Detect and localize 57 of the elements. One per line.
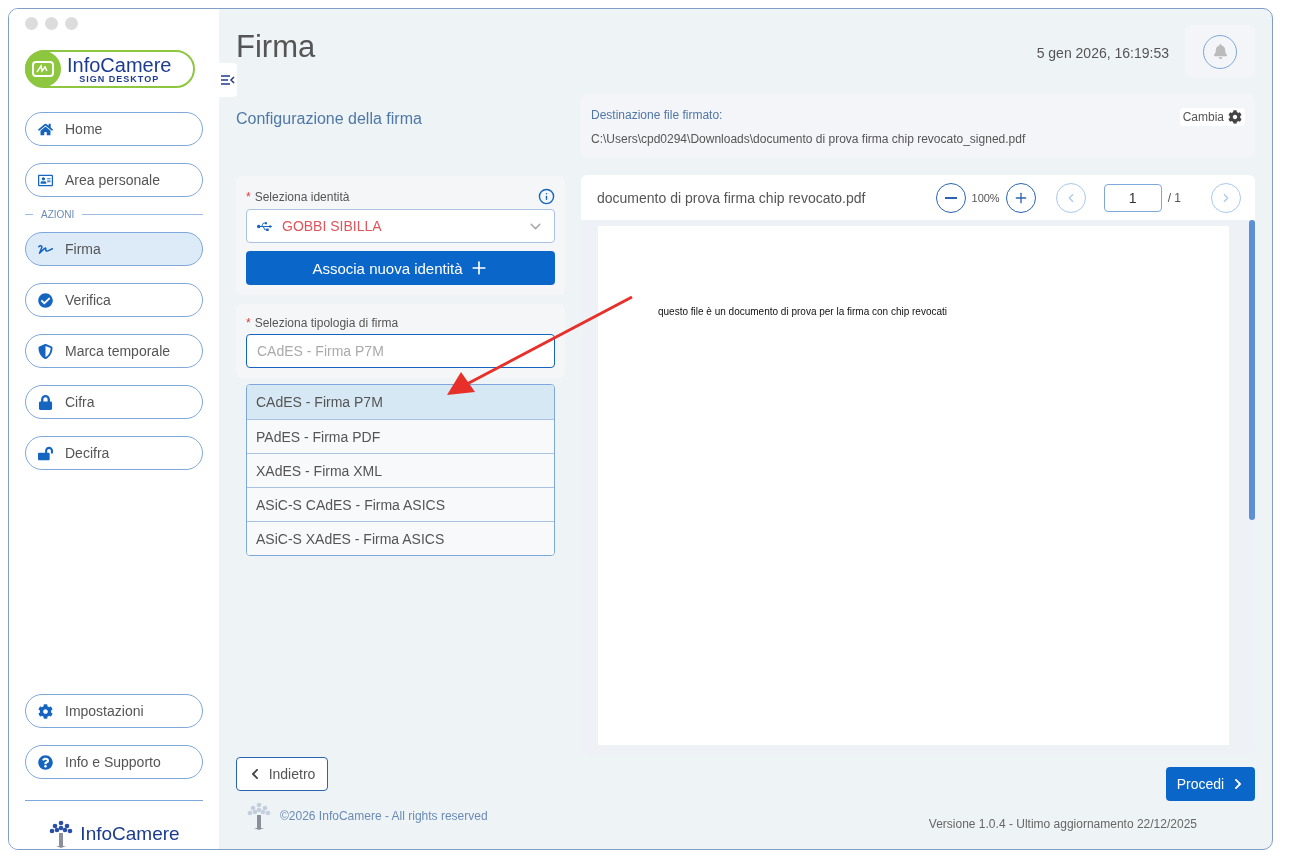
- next-page-button[interactable]: [1211, 182, 1241, 213]
- identity-select[interactable]: GOBBI SIBILLA: [246, 209, 555, 243]
- zoom-out-button[interactable]: [935, 182, 966, 213]
- nav-item[interactable]: Info e Supporto: [25, 745, 203, 779]
- pen-signature-icon: [32, 61, 54, 77]
- destination-path: C:\Users\cpd0294\Downloads\documento di prova firma chip revocato_signed.pdf: [591, 132, 1027, 146]
- nav-item[interactable]: Cifra: [25, 385, 203, 419]
- check-badge-icon: [38, 292, 53, 308]
- version-text: Versione 1.0.4 - Ultimo aggiornamento 22/12/2025: [928, 817, 1197, 831]
- copyright-text: ©2026 InfoCamere - All rights reserved: [280, 809, 488, 823]
- back-button[interactable]: Indietro: [236, 757, 328, 791]
- dropdown-option[interactable]: CAdES - Firma P7M: [247, 385, 554, 419]
- open-padlock-icon: [38, 445, 53, 461]
- scrollbar-thumb[interactable]: [1249, 220, 1255, 520]
- help-icon: [38, 754, 53, 770]
- nav-item[interactable]: Impostazioni: [25, 694, 203, 728]
- collapse-menu-icon: [221, 75, 235, 85]
- zoom-in-button[interactable]: [1005, 182, 1036, 213]
- sidebar-toggle-button[interactable]: [219, 63, 237, 97]
- info-icon[interactable]: [538, 188, 555, 205]
- settings-icon: [1228, 110, 1242, 124]
- page-number-field[interactable]: 1: [1103, 183, 1162, 212]
- id-card-icon: [38, 172, 53, 188]
- required-mark: *: [246, 189, 251, 204]
- dropdown-option[interactable]: ASiC-S XAdES - Firma ASICS: [247, 521, 554, 555]
- company-logo: InfoCamere: [25, 819, 203, 849]
- document-filename: documento di prova firma chip revocato.pdf: [597, 189, 867, 206]
- minus-icon: [944, 196, 957, 199]
- destination-label: Destinazione file firmato:: [591, 108, 724, 122]
- section-label: AZIONI: [41, 209, 75, 220]
- padlock-icon: [38, 394, 53, 410]
- required-mark: *: [246, 316, 251, 330]
- previous-page-button[interactable]: [1055, 182, 1086, 213]
- shield-icon: [38, 343, 53, 359]
- page-title: Firma: [236, 29, 317, 65]
- field-label: Seleziona identità: [254, 189, 351, 204]
- document-text: questo file è un documento di prova per la firma con chip revocati: [658, 306, 948, 317]
- field-label: Seleziona tipologia di firma: [254, 316, 400, 330]
- app-logo: InfoCamere SIGN DESKTOP: [25, 50, 195, 88]
- home-icon: [38, 121, 53, 137]
- nav-item[interactable]: Marca temporale: [25, 334, 203, 368]
- page-total: / 1: [1167, 190, 1181, 205]
- nav-item[interactable]: Home: [25, 112, 203, 146]
- bell-icon: [1212, 44, 1228, 59]
- associate-identity-button[interactable]: Associa nuova identità: [246, 251, 555, 285]
- nav-item[interactable]: Decifra: [25, 436, 203, 470]
- nav-item[interactable]: Area personale: [25, 163, 203, 197]
- zoom-level: 100%: [971, 191, 1000, 204]
- change-button[interactable]: Cambia: [1179, 108, 1245, 126]
- nav-item[interactable]: Firma: [25, 232, 203, 266]
- date-time: 5 gen 2026, 16:19:53: [1036, 45, 1169, 61]
- proceed-button[interactable]: Procedi: [1166, 767, 1255, 801]
- section-heading: Configurazione della firma: [236, 110, 423, 129]
- settings-icon: [38, 703, 53, 719]
- notification-button[interactable]: [1203, 34, 1237, 69]
- nav-item[interactable]: Verifica: [25, 283, 203, 317]
- tree-logo-icon: [246, 801, 272, 831]
